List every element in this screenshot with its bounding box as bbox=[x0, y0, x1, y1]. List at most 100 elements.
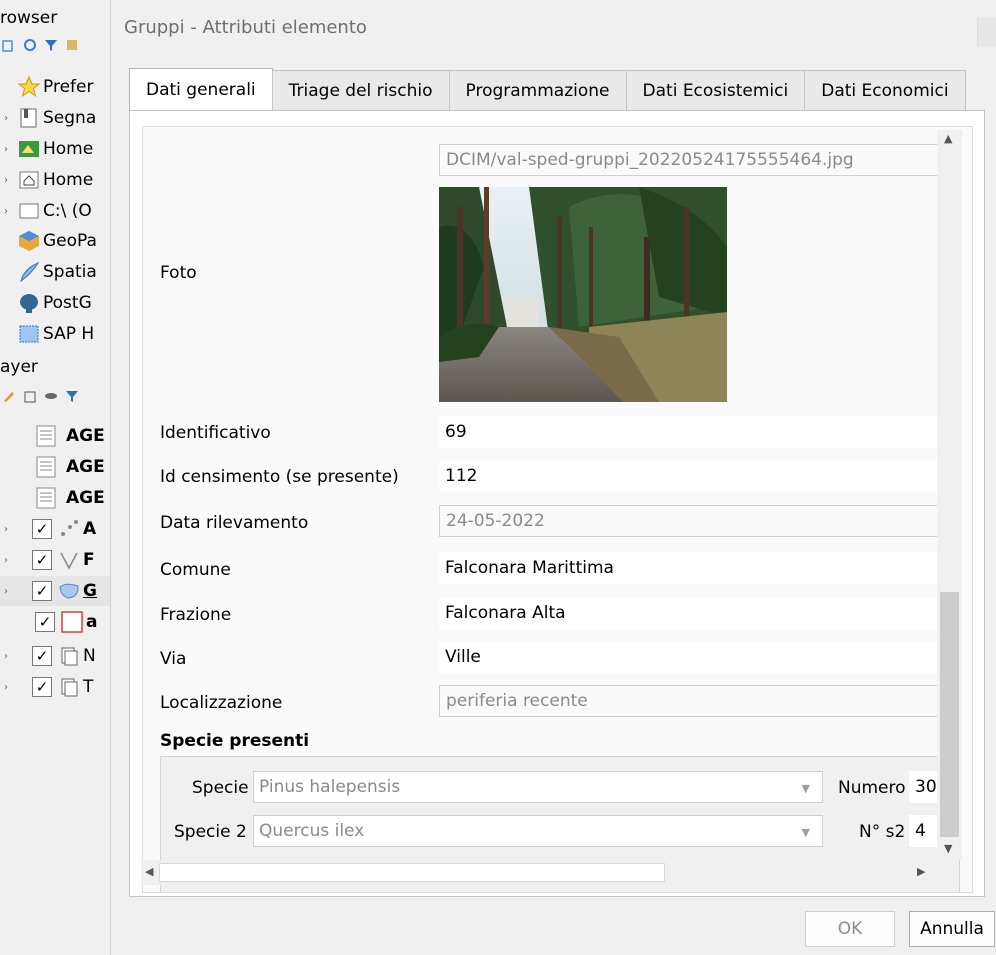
tab-triage-rischio[interactable]: Triage del rischio bbox=[271, 70, 450, 110]
spatialite-icon bbox=[18, 261, 40, 283]
numero-label: Numero bbox=[838, 778, 906, 798]
foto-path-field[interactable]: DCIM/val-sped-gruppi_20220524175555464.j… bbox=[439, 144, 959, 176]
layer-item-label: F bbox=[83, 550, 95, 570]
dialog-titlebar[interactable]: Gruppi - Attributi elemento bbox=[111, 0, 996, 56]
localizzazione-field[interactable]: periferia recente bbox=[439, 685, 959, 717]
browser-item-label: Prefer bbox=[43, 77, 94, 97]
comune-field[interactable]: Falconara Marittima bbox=[439, 552, 959, 584]
expand-arrow-icon[interactable]: › bbox=[0, 555, 12, 566]
browser-item-label: Segna bbox=[43, 108, 97, 128]
qgis-side-panels: rowser Prefer › Segna › Home › Home › C:… bbox=[0, 0, 110, 955]
tab-bar: Dati generali Triage del rischio Program… bbox=[129, 68, 966, 110]
via-field[interactable]: Ville bbox=[439, 641, 959, 673]
home-folder-icon bbox=[18, 169, 40, 191]
expand-arrow-icon[interactable]: › bbox=[0, 113, 12, 124]
tree-photo[interactable] bbox=[439, 187, 727, 402]
browser-item-label: Spatia bbox=[43, 262, 97, 282]
layer-item-lines[interactable]: › ✓ F bbox=[0, 545, 95, 575]
polygon-layer-icon bbox=[58, 580, 80, 602]
browser-panel-title: rowser bbox=[0, 8, 58, 28]
refresh-icon[interactable] bbox=[23, 37, 37, 51]
postgis-icon bbox=[18, 292, 40, 314]
filter-icon[interactable] bbox=[44, 37, 58, 51]
layer-item-group-n[interactable]: › ✓ N bbox=[0, 641, 96, 671]
browser-item-bookmarks[interactable]: › Segna bbox=[0, 103, 96, 133]
add-selected-icon[interactable] bbox=[2, 37, 16, 52]
layer-item-label: G bbox=[83, 581, 97, 601]
expand-arrow-icon[interactable]: › bbox=[0, 206, 12, 217]
browser-item-postgis[interactable]: PostG bbox=[18, 288, 92, 318]
identificativo-field[interactable]: 69 bbox=[439, 416, 959, 448]
expand-arrow-icon[interactable]: › bbox=[0, 144, 12, 155]
point-layer-icon bbox=[58, 518, 80, 540]
layer-item-table-1[interactable]: AGE bbox=[35, 421, 105, 451]
comune-label: Comune bbox=[160, 560, 231, 580]
layer-item-group-t[interactable]: › ✓ T bbox=[0, 672, 93, 702]
browser-item-label: GeoPa bbox=[43, 231, 97, 251]
browser-item-geopackage[interactable]: GeoPa bbox=[18, 226, 97, 256]
expand-arrow-icon[interactable]: › bbox=[0, 586, 12, 597]
table-icon bbox=[35, 425, 57, 447]
expand-arrow-icon[interactable]: › bbox=[0, 651, 12, 662]
data-rilevamento-field[interactable]: 24-05-2022 bbox=[439, 505, 959, 537]
browser-item-label: C:\ (O bbox=[43, 201, 92, 221]
browser-item-label: PostG bbox=[43, 293, 92, 313]
vertical-scrollbar[interactable]: ▲ ▼ bbox=[937, 130, 962, 860]
empty-polygon-icon bbox=[61, 611, 83, 633]
tab-dati-economici[interactable]: Dati Economici bbox=[804, 70, 966, 110]
browser-item-favourites[interactable]: Prefer bbox=[18, 72, 93, 102]
collapse-icon[interactable] bbox=[65, 37, 79, 51]
specie-presenti-heading: Specie presenti bbox=[160, 731, 310, 751]
browser-item-project-home[interactable]: › Home bbox=[0, 134, 93, 164]
scroll-up-icon[interactable]: ▲ bbox=[944, 132, 952, 145]
layer-item-table-2[interactable]: AGE bbox=[35, 452, 105, 482]
filter-legend-icon[interactable] bbox=[65, 388, 79, 402]
expand-arrow-icon[interactable]: › bbox=[0, 175, 12, 186]
style-icon[interactable] bbox=[2, 388, 16, 402]
browser-item-label: Home bbox=[43, 170, 94, 190]
vertical-scroll-thumb[interactable] bbox=[940, 592, 959, 837]
scroll-down-icon[interactable]: ▼ bbox=[944, 842, 952, 855]
layer-item-gruppi[interactable]: › ✓ G bbox=[0, 576, 110, 606]
via-label: Via bbox=[160, 649, 187, 669]
layer-item-empty-polygon[interactable]: ✓ a bbox=[35, 607, 97, 637]
close-button[interactable] bbox=[977, 17, 996, 47]
tab-dati-generali[interactable]: Dati generali bbox=[129, 68, 273, 110]
layer-visibility-checkbox[interactable]: ✓ bbox=[32, 519, 52, 539]
layer-visibility-checkbox[interactable]: ✓ bbox=[35, 612, 55, 632]
scroll-right-icon[interactable]: ▶ bbox=[917, 865, 925, 878]
expand-arrow-icon[interactable]: › bbox=[0, 524, 12, 535]
data-rilevamento-label: Data rilevamento bbox=[160, 513, 309, 533]
layer-panel-title: ayer bbox=[0, 357, 38, 377]
foto-label: Foto bbox=[160, 263, 197, 283]
layer-visibility-checkbox[interactable]: ✓ bbox=[32, 646, 52, 666]
layer-item-points[interactable]: › ✓ A bbox=[0, 514, 96, 544]
add-group-icon[interactable] bbox=[23, 388, 37, 403]
geopackage-icon bbox=[18, 230, 40, 252]
ok-button[interactable]: OK bbox=[805, 911, 895, 947]
layer-visibility-checkbox[interactable]: ✓ bbox=[32, 581, 52, 601]
specie-value: Pinus halepensis bbox=[259, 777, 401, 797]
layer-visibility-checkbox[interactable]: ✓ bbox=[32, 550, 52, 570]
expand-arrow-icon[interactable]: › bbox=[0, 682, 12, 693]
cancel-button[interactable]: Annulla bbox=[909, 911, 995, 947]
horizontal-scrollbar[interactable]: ◀ ▶ bbox=[141, 860, 937, 885]
layer-visibility-checkbox[interactable]: ✓ bbox=[32, 677, 52, 697]
horizontal-scroll-thumb[interactable] bbox=[159, 863, 665, 882]
browser-item-spatialite[interactable]: Spatia bbox=[18, 257, 97, 287]
browser-item-label: Home bbox=[43, 139, 94, 159]
tab-programmazione[interactable]: Programmazione bbox=[448, 70, 627, 110]
eye-icon[interactable] bbox=[44, 388, 58, 402]
specie2-combo[interactable]: Quercus ilex ▼ bbox=[253, 815, 823, 847]
identificativo-label: Identificativo bbox=[160, 423, 271, 443]
browser-item-home[interactable]: › Home bbox=[0, 165, 93, 195]
browser-item-drive-c[interactable]: › C:\ (O bbox=[0, 196, 92, 226]
id-censimento-field[interactable]: 112 bbox=[439, 460, 959, 492]
scroll-left-icon[interactable]: ◀ bbox=[145, 865, 153, 878]
specie2-value: Quercus ilex bbox=[259, 821, 365, 841]
frazione-field[interactable]: Falconara Alta bbox=[439, 597, 959, 629]
browser-item-sap-hana[interactable]: SAP H bbox=[18, 319, 94, 349]
specie-combo[interactable]: Pinus halepensis ▼ bbox=[253, 771, 823, 803]
layer-item-table-3[interactable]: AGE bbox=[35, 483, 105, 513]
tab-dati-ecosistemici[interactable]: Dati Ecosistemici bbox=[625, 70, 806, 110]
